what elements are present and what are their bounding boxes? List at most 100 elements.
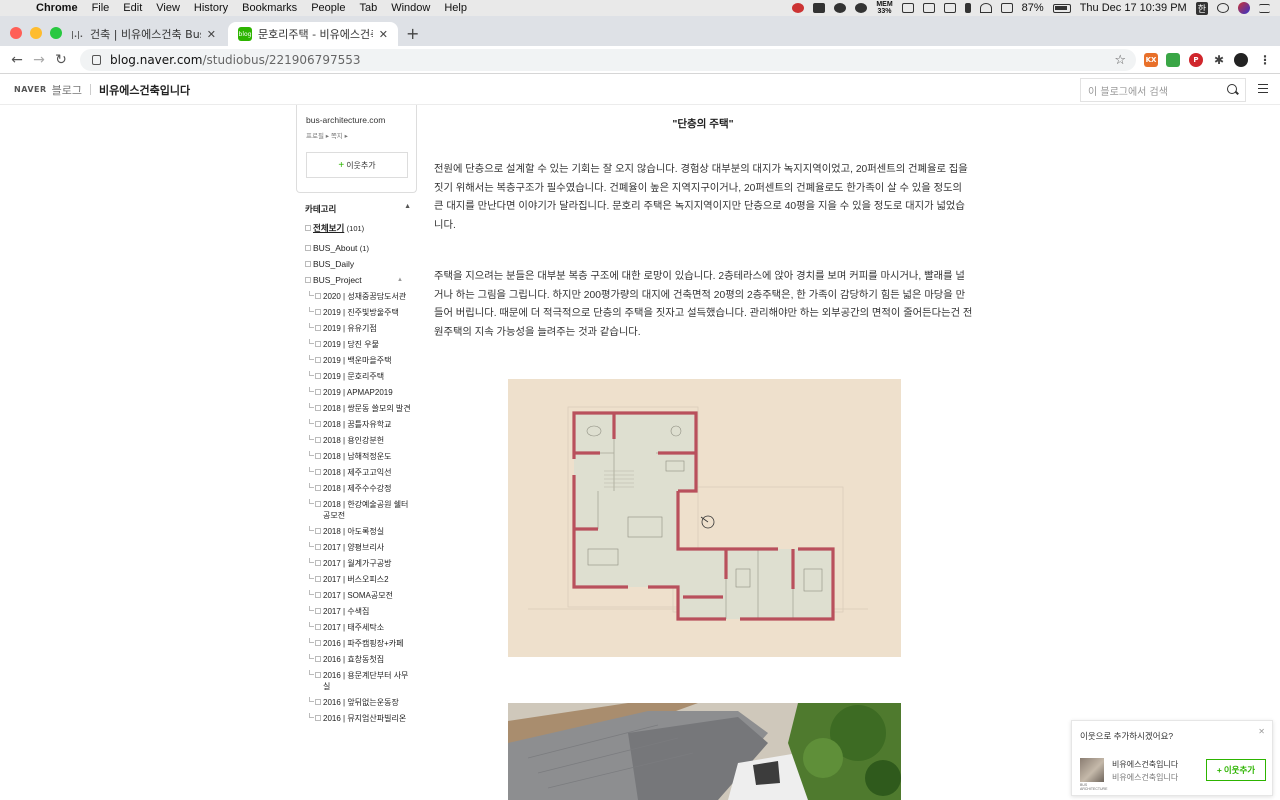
subcategory-item[interactable]: 2018 | 꿈틀자유학교 — [305, 419, 415, 430]
pinterest-icon[interactable]: P — [1189, 53, 1203, 67]
subcategory-item[interactable]: 2016 | 뮤지엄산파빌리온 — [305, 713, 415, 724]
menu-window[interactable]: Window — [391, 2, 430, 14]
floor-plan-drawing — [528, 406, 868, 621]
hamburger-menu-icon[interactable] — [1258, 84, 1268, 93]
extension-kx-icon[interactable]: KX — [1144, 53, 1158, 67]
category-icon — [315, 608, 321, 614]
subcategory-item[interactable]: 2018 | 한강예술공원 쉘터공모전 — [305, 499, 415, 521]
subcategory-item[interactable]: 2018 | 아도록정실 — [305, 526, 415, 537]
category-bus-project[interactable]: BUS_Project ▲ — [305, 275, 415, 286]
collapse-caret-icon[interactable]: ▲ — [404, 203, 411, 210]
clock-icon[interactable] — [922, 3, 935, 13]
input-method-indicator[interactable]: 한 — [1195, 1, 1208, 15]
record-status-icon[interactable] — [792, 3, 805, 13]
tab-munhori-house[interactable]: blog 문호리주택 - 비유에스건축 / 신축설계 ✕ — [228, 22, 398, 46]
tab-bus-architecture[interactable]: |.|. 건축 | 비유에스건축 Bus Architect ✕ — [60, 22, 226, 46]
display-icon[interactable] — [943, 3, 956, 13]
new-tab-icon[interactable]: + — [406, 24, 419, 43]
category-all[interactable]: 전체보기 (101) — [305, 223, 415, 234]
menu-history[interactable]: History — [194, 2, 228, 14]
user-avatar-icon[interactable] — [1238, 2, 1250, 14]
memory-monitor[interactable]: MEM 33% — [876, 1, 892, 15]
battery-percent[interactable]: 87% — [1022, 2, 1044, 14]
popup-add-neighbor-button[interactable]: + 이웃추가 — [1206, 759, 1266, 781]
cloud-icon[interactable] — [834, 3, 847, 13]
close-tab-icon[interactable]: ✕ — [379, 28, 388, 41]
subcategory-item[interactable]: 2016 | 용문계단부터 사무실 — [305, 670, 415, 692]
blog-search-input[interactable]: 이 블로그에서 검색 — [1080, 78, 1246, 102]
chrome-menu-icon[interactable]: ⋮ — [1258, 53, 1272, 67]
back-arrow-icon[interactable]: ← — [6, 52, 28, 68]
menu-file[interactable]: File — [92, 2, 110, 14]
extension-screen-icon[interactable] — [1166, 53, 1180, 67]
naver-logo[interactable]: NAVER — [14, 85, 47, 94]
popup-blog-name[interactable]: 비유에스건축입니다 — [1112, 759, 1178, 770]
subcategory-item[interactable]: 2017 | 양평브리사 — [305, 542, 415, 553]
profile-links[interactable]: 프로필 ▸ 쪽지 ▸ — [306, 130, 348, 140]
lock-icon[interactable] — [92, 55, 101, 65]
glasses-icon[interactable] — [901, 3, 914, 13]
reload-icon[interactable]: ↻ — [50, 52, 72, 68]
close-icon[interactable]: ✕ — [1258, 727, 1265, 736]
bluetooth-icon[interactable] — [964, 3, 971, 13]
blog-home-link[interactable]: 블로그 — [52, 82, 82, 98]
profile-avatar-icon[interactable] — [1234, 53, 1248, 67]
menubar-clock[interactable]: Thu Dec 17 10:39 PM — [1080, 2, 1187, 14]
subcategory-item[interactable]: 2017 | 수색집 — [305, 606, 415, 617]
subcategory-item[interactable]: 2019 | 유유기점 — [305, 323, 415, 334]
notification-center-icon[interactable] — [1259, 3, 1270, 13]
subcategory-item[interactable]: 2020 | 성재중꿈담도서관 — [305, 291, 415, 302]
menu-help[interactable]: Help — [444, 2, 467, 14]
thumbnail-caption: BUS ARCHITECTURE — [1080, 783, 1108, 791]
forward-arrow-icon[interactable]: → — [28, 52, 50, 68]
subcategory-item[interactable]: 2018 | 용인강분헌 — [305, 435, 415, 446]
subcategory-item[interactable]: 2019 | 백운마을주택 — [305, 355, 415, 366]
menu-people[interactable]: People — [311, 2, 345, 14]
menu-tab[interactable]: Tab — [359, 2, 377, 14]
close-tab-icon[interactable]: ✕ — [207, 28, 216, 41]
spotlight-search-icon[interactable] — [1217, 3, 1229, 13]
close-window-button[interactable] — [10, 27, 22, 39]
category-icon — [315, 293, 321, 299]
blog-title-link[interactable]: 비유에스건축입니다 — [99, 82, 190, 98]
category-bus-about[interactable]: BUS_About (1) — [305, 243, 415, 254]
menu-bookmarks[interactable]: Bookmarks — [242, 2, 297, 14]
subcategory-item[interactable]: 2017 | 버스오피스2 — [305, 574, 415, 585]
subcategory-item[interactable]: 2019 | APMAP2019 — [305, 387, 415, 398]
subcategory-item[interactable]: 2019 | 문호리주택 — [305, 371, 415, 382]
add-neighbor-button[interactable]: + 이웃추가 — [306, 152, 408, 178]
tree-branch-icon — [309, 339, 314, 344]
extensions-puzzle-icon[interactable]: ✱ — [1212, 53, 1226, 67]
expand-caret-icon[interactable]: ▲ — [397, 275, 403, 286]
subcategory-item[interactable]: 2018 | 제주수수강정 — [305, 483, 415, 494]
subcategory-item[interactable]: 2018 | 쌍문동 쓸모의 발견 — [305, 403, 415, 414]
subcategory-item[interactable]: 2016 | 파주캠핑장+카페 — [305, 638, 415, 649]
menu-view[interactable]: View — [156, 2, 180, 14]
creative-cloud-icon[interactable] — [855, 3, 868, 13]
category-header[interactable]: 카테고리 ▲ — [305, 203, 411, 215]
house-rendering-image[interactable] — [508, 703, 901, 800]
subcategory-item[interactable]: 2018 | 남해적정운도 — [305, 451, 415, 462]
address-bar[interactable]: blog.naver.com/studiobus/221906797553 ☆ — [80, 49, 1136, 71]
menu-app-name[interactable]: Chrome — [36, 2, 78, 14]
bookmark-star-icon[interactable]: ☆ — [1114, 53, 1126, 68]
profile-site-link[interactable]: bus-architecture.com — [306, 115, 385, 125]
floor-plan-image[interactable] — [508, 379, 901, 657]
menu-edit[interactable]: Edit — [123, 2, 142, 14]
subcategory-item[interactable]: 2019 | 진주빛방울주택 — [305, 307, 415, 318]
battery-icon[interactable] — [1052, 3, 1071, 13]
subcategory-item[interactable]: 2016 | 앞뒤없는운동장 — [305, 697, 415, 708]
volume-icon[interactable] — [1000, 3, 1013, 13]
search-icon[interactable] — [1227, 84, 1239, 96]
subcategory-item[interactable]: 2019 | 당진 우물 — [305, 339, 415, 350]
subcategory-item[interactable]: 2016 | 효창동첫집 — [305, 654, 415, 665]
subcategory-item[interactable]: 2017 | SOMA공모전 — [305, 590, 415, 601]
screenshot-icon[interactable] — [813, 3, 826, 13]
wifi-icon[interactable] — [979, 3, 992, 13]
subcategory-item[interactable]: 2018 | 제주고고익선 — [305, 467, 415, 478]
subcategory-item[interactable]: 2017 | 월계가구공방 — [305, 558, 415, 569]
category-bus-daily[interactable]: BUS_Daily — [305, 259, 415, 270]
blog-thumbnail[interactable] — [1080, 758, 1104, 782]
minimize-window-button[interactable] — [30, 27, 42, 39]
subcategory-item[interactable]: 2017 | 태주세탁소 — [305, 622, 415, 633]
